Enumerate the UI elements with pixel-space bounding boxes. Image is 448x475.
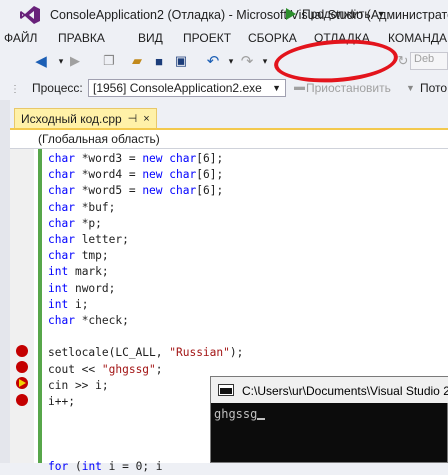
breakpoint-margin[interactable] bbox=[10, 149, 34, 463]
tab-source-file[interactable]: Исходный код.cpp ⊣ × bbox=[14, 108, 157, 128]
code-line[interactable]: int nword; bbox=[48, 281, 243, 297]
console-output: ghgssg bbox=[214, 407, 266, 421]
toolbar-grip-icon: ⋮ bbox=[10, 83, 20, 95]
suspend-icon: ▬ bbox=[294, 81, 305, 93]
breakpoint-icon[interactable] bbox=[16, 361, 28, 373]
save-icon[interactable]: ■ bbox=[150, 52, 168, 70]
breakpoint-icon[interactable] bbox=[16, 394, 28, 406]
navigate-back-icon[interactable]: ◀ bbox=[32, 52, 50, 70]
visual-studio-logo-icon bbox=[20, 6, 40, 24]
code-line[interactable]: int mark; bbox=[48, 264, 243, 280]
open-file-icon[interactable]: ▰ bbox=[128, 52, 146, 70]
menu-edit[interactable]: ПРАВКА bbox=[58, 31, 105, 45]
code-line[interactable]: int i; bbox=[48, 297, 243, 313]
console-app-icon bbox=[218, 384, 234, 396]
code-line[interactable]: char *word4 = new char[6]; bbox=[48, 167, 243, 183]
undo-icon[interactable]: ↶ bbox=[204, 52, 222, 70]
code-line[interactable] bbox=[48, 329, 243, 345]
chevron-down-icon: ▼ bbox=[376, 9, 386, 19]
current-statement-arrow-icon[interactable] bbox=[16, 377, 28, 389]
chevron-down-icon: ▼ bbox=[406, 83, 415, 93]
code-line[interactable]: char *word3 = new char[6]; bbox=[48, 151, 243, 167]
new-project-icon[interactable]: ❐ bbox=[100, 52, 118, 70]
breakpoint-icon[interactable] bbox=[16, 345, 28, 357]
code-line[interactable]: char tmp; bbox=[48, 248, 243, 264]
scope-select[interactable]: (Глобальная область) bbox=[38, 132, 160, 146]
side-panel bbox=[0, 100, 10, 463]
console-text: ghgssg bbox=[214, 407, 258, 421]
redo-icon[interactable]: ↷ bbox=[238, 52, 256, 70]
text-cursor bbox=[257, 418, 266, 420]
navigate-forward-icon[interactable]: ▶ bbox=[66, 52, 84, 70]
menu-build[interactable]: СБОРКА bbox=[248, 31, 297, 45]
tab-label: Исходный код.cpp bbox=[21, 111, 122, 126]
console-title: C:\Users\ur\Documents\Visual Studio 2 bbox=[242, 384, 448, 398]
code-line[interactable]: char *p; bbox=[48, 216, 243, 232]
code-line[interactable]: char letter; bbox=[48, 232, 243, 248]
menu-file[interactable]: ФАЙЛ bbox=[4, 31, 37, 45]
redo-dropdown-icon[interactable]: ▾ bbox=[256, 52, 274, 70]
code-line[interactable]: setlocale(LC_ALL, "Russian"); bbox=[48, 345, 243, 361]
solution-configuration-select[interactable]: Deb bbox=[410, 52, 448, 70]
suspend-label[interactable]: Приостановить bbox=[306, 81, 391, 95]
play-icon bbox=[286, 8, 296, 20]
chevron-down-icon: ▼ bbox=[272, 83, 281, 93]
menu-team[interactable]: КОМАНДА bbox=[388, 31, 447, 45]
pin-icon[interactable]: ⊣ bbox=[128, 112, 138, 125]
continue-button[interactable]: Продолжить ▼ bbox=[282, 4, 390, 24]
process-value: [1956] ConsoleApplication2.exe bbox=[93, 81, 262, 95]
save-all-icon[interactable]: ▣ bbox=[172, 52, 190, 70]
code-line[interactable]: char *buf; bbox=[48, 200, 243, 216]
menu-view[interactable]: ВИД bbox=[138, 31, 163, 45]
change-tracking-bar bbox=[38, 149, 42, 463]
process-label: Процесс: bbox=[32, 81, 83, 95]
process-select[interactable]: [1956] ConsoleApplication2.exe ▼ bbox=[88, 79, 286, 97]
menu-project[interactable]: ПРОЕКТ bbox=[183, 31, 231, 45]
code-line[interactable]: char *check; bbox=[48, 313, 243, 329]
thread-label: Пото bbox=[420, 81, 448, 95]
close-icon[interactable]: × bbox=[143, 113, 149, 125]
continue-label: Продолжить bbox=[302, 7, 371, 21]
code-line[interactable]: char *word5 = new char[6]; bbox=[48, 183, 243, 199]
